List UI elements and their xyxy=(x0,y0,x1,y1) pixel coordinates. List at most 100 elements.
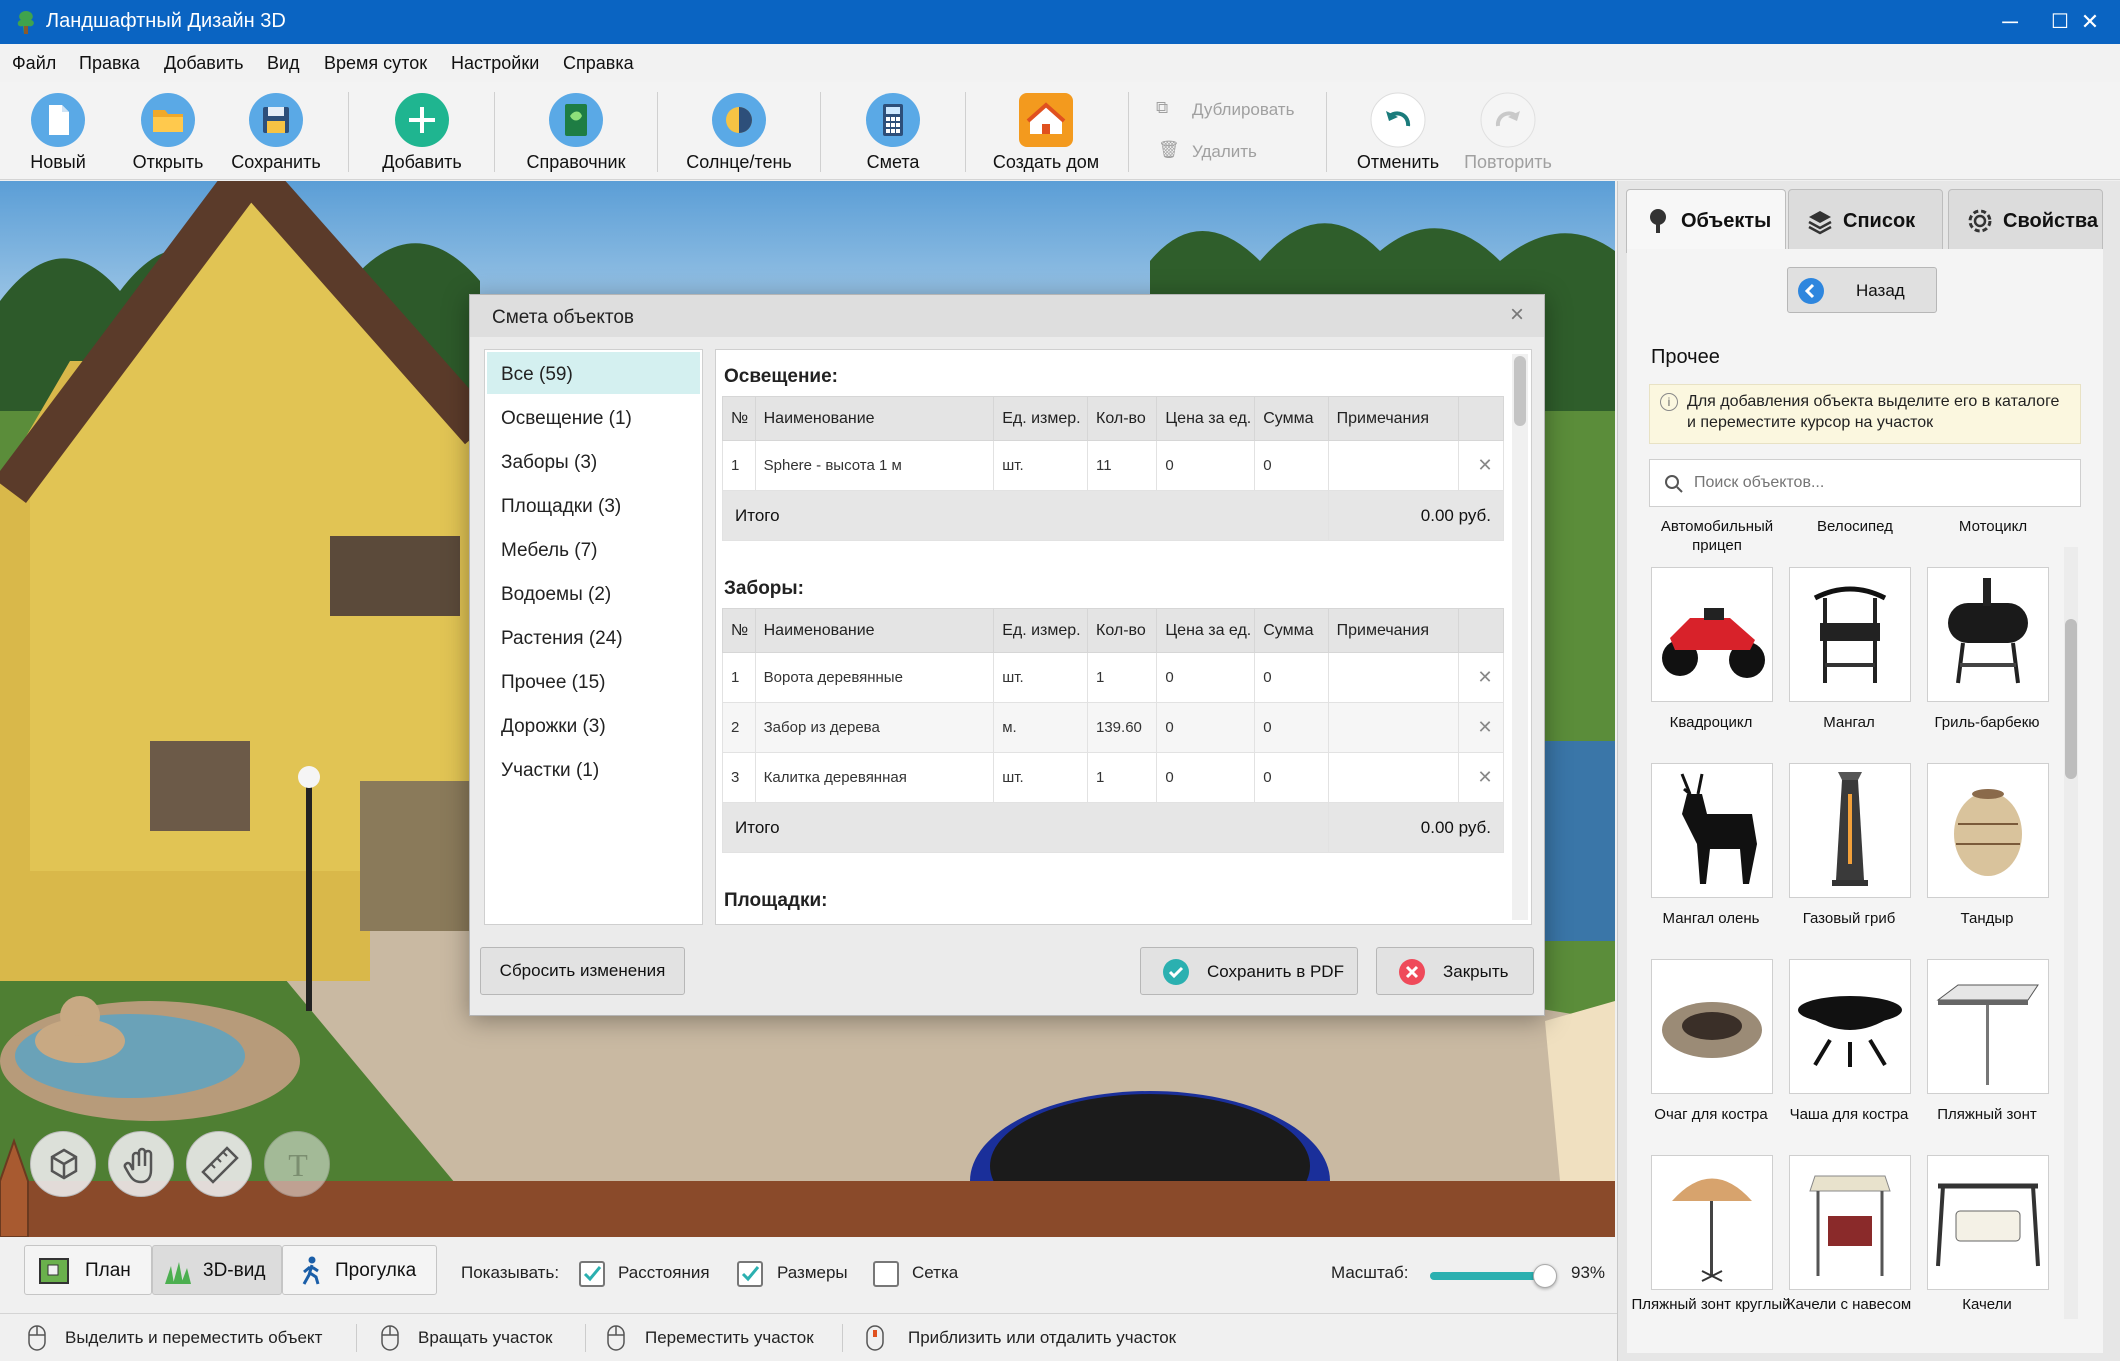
search-input[interactable] xyxy=(1694,470,2064,496)
catalog-item-atv[interactable] xyxy=(1651,567,1773,702)
table-header: № Наименование Ед. измер. Кол-во Цена за… xyxy=(722,396,1504,441)
menu-file[interactable]: Файл xyxy=(12,53,56,74)
plan-view-button[interactable]: План xyxy=(24,1245,152,1295)
table-row[interactable]: 2 Забор из дерева м. 139.60 0 0 ✕ xyxy=(722,702,1504,753)
new-button[interactable]: Новый xyxy=(14,82,102,180)
catalog-item-tandoor[interactable] xyxy=(1927,763,2049,898)
layers-icon xyxy=(1808,211,1832,235)
house-icon xyxy=(1019,93,1073,147)
grass-icon xyxy=(165,1262,191,1284)
guide-button[interactable]: Справочник xyxy=(518,82,634,180)
item-label: Пляжный зонт xyxy=(1937,1106,2037,1123)
category-fences[interactable]: Заборы (3) xyxy=(487,440,700,482)
mouse-left-icon xyxy=(28,1325,46,1351)
catalog-item-swing[interactable] xyxy=(1927,1155,2049,1290)
item-label: Велосипед xyxy=(1817,518,1893,535)
catalog-scrollbar[interactable] xyxy=(2064,547,2078,1319)
tab-list[interactable]: Список xyxy=(1788,189,1943,253)
rotate-view-button[interactable] xyxy=(30,1131,96,1197)
table-row[interactable]: 3 Калитка деревянная шт. 1 0 0 ✕ xyxy=(722,752,1504,803)
gas-heater-icon xyxy=(1832,772,1868,886)
table-scrollbar-thumb[interactable] xyxy=(1514,356,1526,426)
remove-row-icon[interactable]: ✕ xyxy=(1458,652,1504,703)
menu-add[interactable]: Добавить xyxy=(164,53,244,74)
estimate-button[interactable]: Смета xyxy=(848,82,938,180)
menu-bar: Файл Правка Добавить Вид Время суток Нас… xyxy=(0,44,2120,82)
sun-shadow-button[interactable]: Солнце/тень xyxy=(680,82,798,180)
fire-pit-icon xyxy=(1662,1002,1762,1058)
save-button[interactable]: Сохранить xyxy=(228,82,324,180)
estimate-dialog: Смета объектов × Все (59) Освещение (1) … xyxy=(469,294,1545,1016)
catalog-item-round-umbrella[interactable] xyxy=(1651,1155,1773,1290)
category-other[interactable]: Прочее (15) xyxy=(487,660,700,702)
ruler-button[interactable] xyxy=(186,1131,252,1197)
title-bar: Ландшафтный Дизайн 3D ─ ☐ ✕ xyxy=(0,0,2120,44)
table-row[interactable]: 1 Sphere - высота 1 м шт. 11 0 0 ✕ xyxy=(722,440,1504,491)
scale-slider[interactable] xyxy=(1430,1264,1558,1288)
menu-settings[interactable]: Настройки xyxy=(451,53,539,74)
redo-button[interactable]: Повторить xyxy=(1456,82,1560,180)
catalog-item-deer-brazier[interactable] xyxy=(1651,763,1773,898)
category-paths[interactable]: Дорожки (3) xyxy=(487,704,700,746)
category-all[interactable]: Все (59) xyxy=(487,352,700,394)
dialog-close-icon[interactable]: × xyxy=(1510,301,1524,329)
scale-value: 93% xyxy=(1571,1263,1606,1282)
catalog-scrollbar-thumb[interactable] xyxy=(2065,619,2077,779)
menu-time-of-day[interactable]: Время суток xyxy=(324,53,427,74)
catalog-item-fire-pit[interactable] xyxy=(1651,959,1773,1094)
remove-row-icon[interactable]: ✕ xyxy=(1458,440,1504,491)
walk-mode-button[interactable]: Прогулка xyxy=(282,1245,437,1295)
create-house-button[interactable]: Создать дом xyxy=(986,82,1106,180)
category-ponds[interactable]: Водоемы (2) xyxy=(487,572,700,614)
catalog-item-beach-umbrella[interactable] xyxy=(1927,959,2049,1094)
category-list: Все (59) Освещение (1) Заборы (3) Площад… xyxy=(484,349,703,925)
mouse-middle-icon xyxy=(607,1325,625,1351)
check-icon xyxy=(1163,959,1189,985)
objects-catalog: Назад Прочее i Для добавления объекта вы… xyxy=(1627,249,2103,1353)
3d-view-button[interactable]: 3D-вид xyxy=(152,1245,282,1295)
undo-button[interactable]: Отменить xyxy=(1352,82,1444,180)
tandoor-icon xyxy=(1954,789,2022,876)
remove-row-icon[interactable]: ✕ xyxy=(1458,752,1504,803)
pan-view-button[interactable] xyxy=(108,1131,174,1197)
menu-view[interactable]: Вид xyxy=(267,53,300,74)
search-box[interactable] xyxy=(1649,459,2081,507)
scale-slider-thumb[interactable] xyxy=(1533,1264,1558,1288)
category-plots[interactable]: Участки (1) xyxy=(487,748,700,790)
category-furniture[interactable]: Мебель (7) xyxy=(487,528,700,570)
category-platforms[interactable]: Площадки (3) xyxy=(487,484,700,526)
save-pdf-button[interactable]: Сохранить в PDF xyxy=(1140,947,1358,995)
menu-help[interactable]: Справка xyxy=(563,53,634,74)
add-button[interactable]: Добавить xyxy=(375,82,469,180)
status-select-hint: Выделить и переместить объект xyxy=(65,1328,323,1347)
close-window-button[interactable]: ✕ xyxy=(2060,0,2120,44)
catalog-item-gas-heater[interactable] xyxy=(1789,763,1911,898)
tab-properties[interactable]: Свойства xyxy=(1948,189,2103,253)
distances-checkbox[interactable] xyxy=(579,1261,605,1287)
table-row[interactable]: 1 Ворота деревянные шт. 1 0 0 ✕ xyxy=(722,652,1504,703)
text-tool-button[interactable]: T xyxy=(264,1131,330,1197)
total-row: Итого 0.00 руб. xyxy=(722,490,1505,541)
catalog-item-canopy-swing[interactable] xyxy=(1789,1155,1911,1290)
dialog-title: Смета объектов xyxy=(492,307,634,328)
category-lighting[interactable]: Освещение (1) xyxy=(487,396,700,438)
menu-edit[interactable]: Правка xyxy=(79,53,140,74)
swing-icon xyxy=(1936,1183,2040,1267)
minimize-button[interactable]: ─ xyxy=(1980,0,2040,44)
reset-changes-button[interactable]: Сбросить изменения xyxy=(480,947,685,995)
category-plants[interactable]: Растения (24) xyxy=(487,616,700,658)
rotate-cube-icon xyxy=(50,1148,78,1180)
catalog-item-brazier[interactable] xyxy=(1789,567,1911,702)
catalog-item-fire-bowl[interactable] xyxy=(1789,959,1911,1094)
back-button[interactable]: Назад xyxy=(1787,267,1937,313)
sizes-checkbox[interactable] xyxy=(737,1261,763,1287)
plus-icon xyxy=(395,93,449,147)
close-dialog-button[interactable]: Закрыть xyxy=(1376,947,1534,995)
remove-row-icon[interactable]: ✕ xyxy=(1458,702,1504,753)
open-button[interactable]: Открыть xyxy=(122,82,214,180)
mouse-right-icon xyxy=(381,1325,399,1351)
catalog-item-grill[interactable] xyxy=(1927,567,2049,702)
table-scrollbar[interactable] xyxy=(1512,354,1528,920)
grid-checkbox[interactable] xyxy=(873,1261,899,1287)
tab-objects[interactable]: Объекты xyxy=(1626,189,1786,253)
